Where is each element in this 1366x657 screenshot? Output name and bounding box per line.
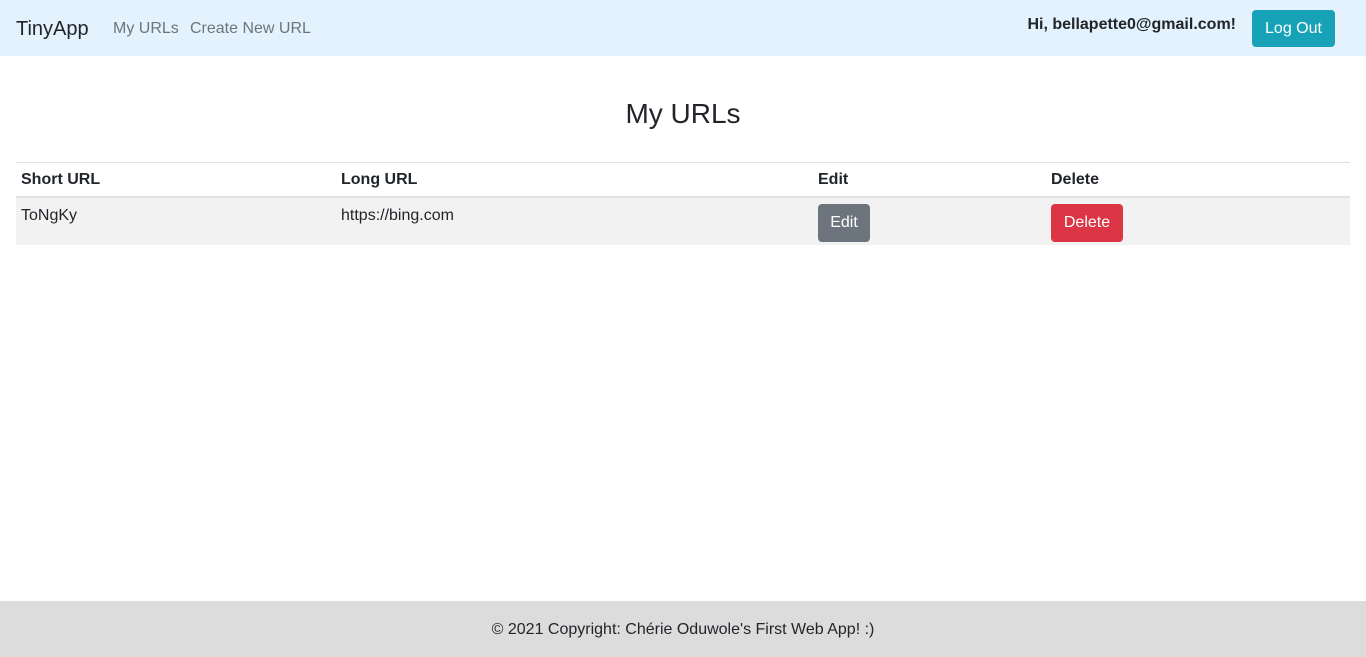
delete-button[interactable]: Delete [1051,204,1123,242]
footer: © 2021 Copyright: Chérie Oduwole's First… [0,601,1366,657]
urls-table: Short URL Long URL Edit Delete ToNgKy ht… [16,162,1350,245]
table-header-row: Short URL Long URL Edit Delete [16,162,1350,198]
brand-link[interactable]: TinyApp [16,17,89,41]
cell-short-url: ToNgKy [16,197,336,245]
cell-edit: Edit [813,197,1046,245]
logout-button[interactable]: Log Out [1252,10,1335,47]
header-long-url: Long URL [336,162,813,198]
table-row: ToNgKy https://bing.com Edit Delete [16,197,1350,245]
footer-copyright: © 2021 Copyright: Chérie Oduwole's First… [491,621,875,638]
page-title: My URLs [625,98,741,129]
edit-button[interactable]: Edit [818,204,870,242]
header-edit: Edit [813,162,1046,198]
nav-link-my-urls[interactable]: My URLs [113,19,179,39]
cell-long-url: https://bing.com [336,197,813,245]
user-greeting: Hi, bellapette0@gmail.com! [1027,16,1236,33]
cell-delete: Delete [1046,197,1350,245]
header-short-url: Short URL [16,162,336,198]
header-delete: Delete [1046,162,1350,198]
navbar: TinyApp My URLs Create New URL Hi, bella… [0,0,1366,56]
nav-link-create-new-url[interactable]: Create New URL [190,19,311,39]
